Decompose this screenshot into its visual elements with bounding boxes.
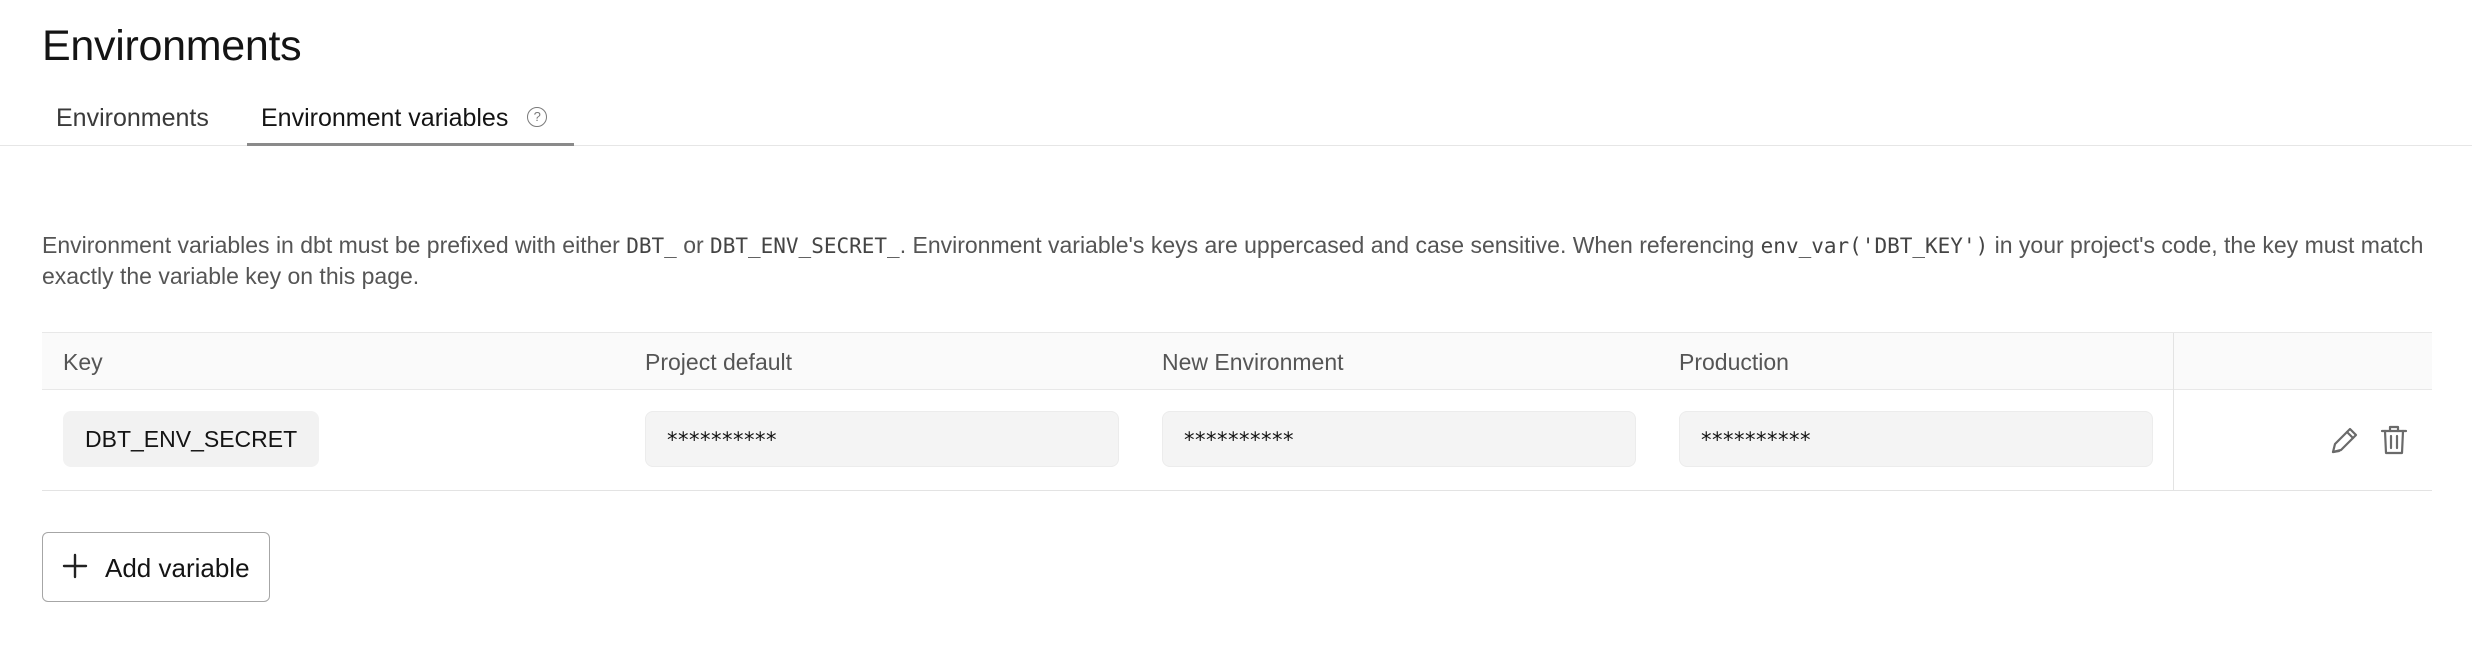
tab-environments[interactable]: Environments xyxy=(56,100,209,144)
column-header-key: Key xyxy=(63,349,103,375)
tab-label: Environments xyxy=(56,104,209,132)
new-environment-value[interactable]: ********** xyxy=(1162,411,1636,467)
code-dbt-prefix: DBT_ xyxy=(626,234,677,258)
column-header-project-default: Project default xyxy=(645,349,793,375)
table-header: Key Project default New Environment Prod… xyxy=(42,333,2432,390)
help-circle-icon[interactable]: ? xyxy=(527,107,548,127)
page-title: Environments xyxy=(42,22,302,70)
production-value[interactable]: ********** xyxy=(1679,411,2153,467)
code-env-var-example: env_var('DBT_KEY') xyxy=(1760,234,1989,258)
add-variable-label: Add variable xyxy=(105,553,250,583)
column-header-production: Production xyxy=(1679,349,1789,375)
variable-key: DBT_ENV_SECRET xyxy=(63,411,320,467)
environment-variables-table: Key Project default New Environment Prod… xyxy=(42,332,2432,491)
column-divider xyxy=(2173,333,2174,490)
tab-environment-variables[interactable]: Environment variables ? xyxy=(247,100,574,146)
environment-variables-description: Environment variables in dbt must be pre… xyxy=(42,232,2424,289)
tab-bar: Environments Environment variables ? xyxy=(0,100,2472,146)
code-dbt-env-secret-prefix: DBT_ENV_SECRET_ xyxy=(710,234,900,258)
column-header-new-environment: New Environment xyxy=(1162,349,1344,375)
tab-label: Environment variables xyxy=(261,104,509,132)
add-variable-button[interactable]: Add variable xyxy=(42,532,270,602)
pencil-icon[interactable] xyxy=(2328,423,2360,457)
plus-icon xyxy=(62,553,88,579)
trash-icon[interactable] xyxy=(2378,423,2410,457)
project-default-value[interactable]: ********** xyxy=(645,411,1119,467)
